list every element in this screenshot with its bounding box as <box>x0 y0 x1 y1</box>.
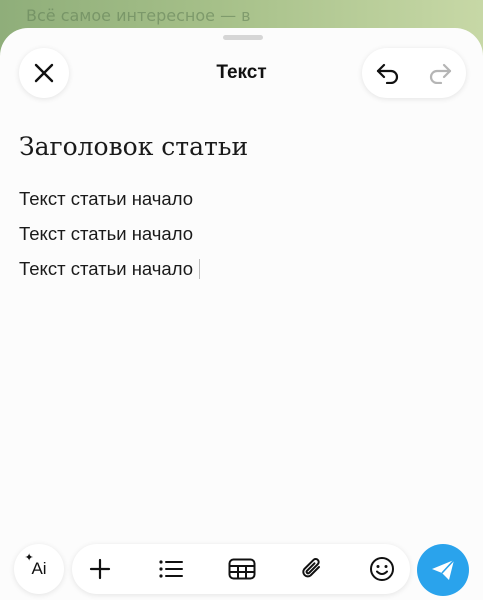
attach-button[interactable] <box>292 544 332 594</box>
send-icon <box>432 559 455 580</box>
redo-icon <box>429 63 452 84</box>
ai-label: Ai <box>31 559 47 578</box>
formatting-toolbar <box>72 544 410 594</box>
article-line-text: Текст статьи начало <box>19 258 194 279</box>
add-button[interactable] <box>80 544 120 594</box>
undo-icon <box>376 63 399 84</box>
ai-icon: ✦ Ai <box>24 552 47 579</box>
sparkle-icon: ✦ <box>24 552 34 564</box>
attach-icon <box>302 558 320 578</box>
undo-button[interactable] <box>362 48 414 98</box>
ai-assistant-button[interactable]: ✦ Ai <box>14 544 64 594</box>
text-editor-sheet: Текст Заголовок статьи Текст статьи нача… <box>0 28 483 600</box>
article-line[interactable]: Текст статьи начало <box>19 188 193 210</box>
table-button[interactable] <box>222 544 262 594</box>
redo-button[interactable] <box>414 48 466 98</box>
table-icon <box>228 558 256 580</box>
send-button[interactable] <box>417 544 469 596</box>
emoji-icon <box>370 557 394 581</box>
list-icon <box>159 560 183 578</box>
article-heading[interactable]: Заголовок статьи <box>19 132 248 161</box>
sheet-grabber[interactable] <box>223 35 263 40</box>
text-caret <box>199 259 201 279</box>
article-line[interactable]: Текст статьи начало <box>19 223 193 245</box>
list-button[interactable] <box>151 544 191 594</box>
emoji-button[interactable] <box>362 544 402 594</box>
add-icon <box>89 558 111 580</box>
article-line-with-caret[interactable]: Текст статьи начало <box>19 258 201 280</box>
undo-redo-group <box>362 48 466 98</box>
